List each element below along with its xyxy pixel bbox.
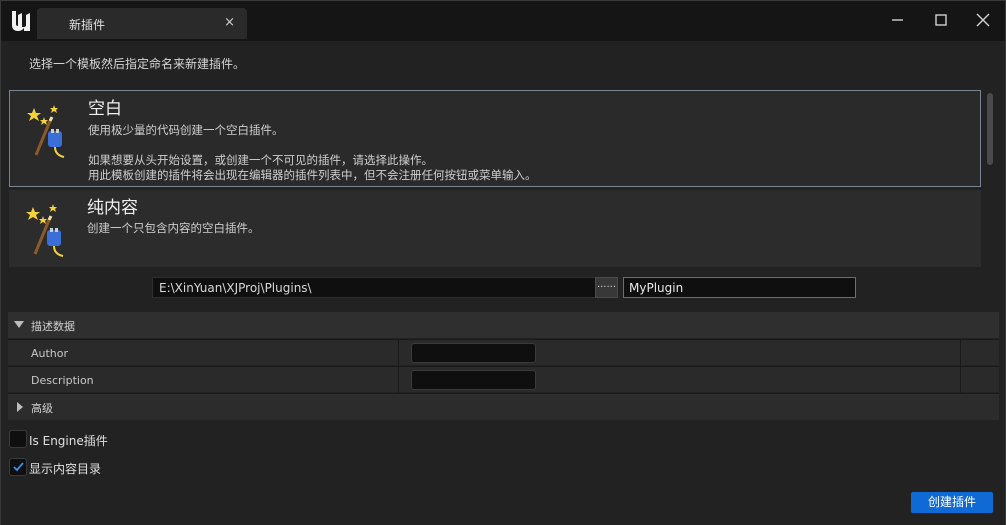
template-desc-line: 使用极少量的代码创建一个空白插件。 xyxy=(88,123,284,137)
chevron-down-icon xyxy=(14,321,24,328)
column-divider xyxy=(960,340,961,366)
tab-close-icon[interactable]: × xyxy=(224,15,235,30)
magic-wand-plug-icon xyxy=(26,204,64,257)
close-window-icon[interactable] xyxy=(974,11,992,29)
tab-new-plugin[interactable]: 新插件 × xyxy=(37,8,247,39)
checkbox-label: Is Engine插件 xyxy=(29,434,108,448)
template-title: 空白 xyxy=(88,99,122,119)
magic-wand-plug-icon xyxy=(27,105,65,158)
property-row-description: Description xyxy=(8,366,999,393)
template-desc-line: 用此模板创建的插件将会出现在编辑器的插件列表中，但不会注册任何按钮或菜单输入。 xyxy=(88,168,537,182)
description-field[interactable] xyxy=(411,370,536,390)
property-row-author: Author xyxy=(8,339,999,366)
show-content-checkbox[interactable] xyxy=(9,458,27,476)
browse-path-button[interactable]: ...... xyxy=(595,277,618,298)
unreal-logo-icon xyxy=(12,11,30,31)
template-title: 纯内容 xyxy=(87,198,138,218)
tab-title: 新插件 xyxy=(69,18,106,32)
template-list-scrollbar[interactable] xyxy=(987,93,993,165)
checkmark-icon xyxy=(13,462,24,472)
descriptor-details: 描述数据 Author Description 高级 xyxy=(8,312,999,420)
plugin-path-input[interactable]: E:\XinYuan\XJProj\Plugins\ xyxy=(152,277,596,298)
template-desc-line: 如果想要从头开始设置，或创建一个不可见的插件，请选择此操作。 xyxy=(88,153,433,167)
template-desc-line: 创建一个只包含内容的空白插件。 xyxy=(87,221,260,235)
column-divider xyxy=(398,367,399,393)
template-blank[interactable]: 空白 使用极少量的代码创建一个空白插件。 如果想要从头开始设置，或创建一个不可见… xyxy=(9,90,981,187)
create-plugin-button[interactable]: 创建插件 xyxy=(911,492,993,513)
title-bar: 新插件 × xyxy=(1,1,1005,41)
template-list: 空白 使用极少量的代码创建一个空白插件。 如果想要从头开始设置，或创建一个不可见… xyxy=(9,89,985,267)
plugin-name-input[interactable]: MyPlugin xyxy=(623,277,856,298)
plugin-wizard-window: 新插件 × 选择一个模板然后指定命名来新建插件。 空白 使用极少量的代码创建一个… xyxy=(0,0,1006,525)
column-divider xyxy=(398,340,399,366)
maximize-icon[interactable] xyxy=(932,11,950,29)
chevron-right-icon xyxy=(17,402,23,412)
section-header-advanced[interactable]: 高级 xyxy=(8,393,999,420)
minimize-icon[interactable] xyxy=(889,11,907,29)
column-divider xyxy=(960,367,961,393)
author-field[interactable] xyxy=(411,343,536,363)
section-label: 描述数据 xyxy=(31,320,75,333)
property-label: Description xyxy=(31,374,94,387)
checkbox-label: 显示内容目录 xyxy=(29,462,102,476)
instructions-text: 选择一个模板然后指定命名来新建插件。 xyxy=(29,57,246,71)
section-label: 高级 xyxy=(31,402,53,415)
section-header-descriptor[interactable]: 描述数据 xyxy=(8,312,999,338)
content-panel: 选择一个模板然后指定命名来新建插件。 空白 使用极少量的代码创建一个空白插件。 xyxy=(1,41,1005,525)
is-engine-checkbox[interactable] xyxy=(9,430,27,448)
property-label: Author xyxy=(31,347,69,360)
template-content-only[interactable]: 纯内容 创建一个只包含内容的空白插件。 xyxy=(9,190,981,267)
